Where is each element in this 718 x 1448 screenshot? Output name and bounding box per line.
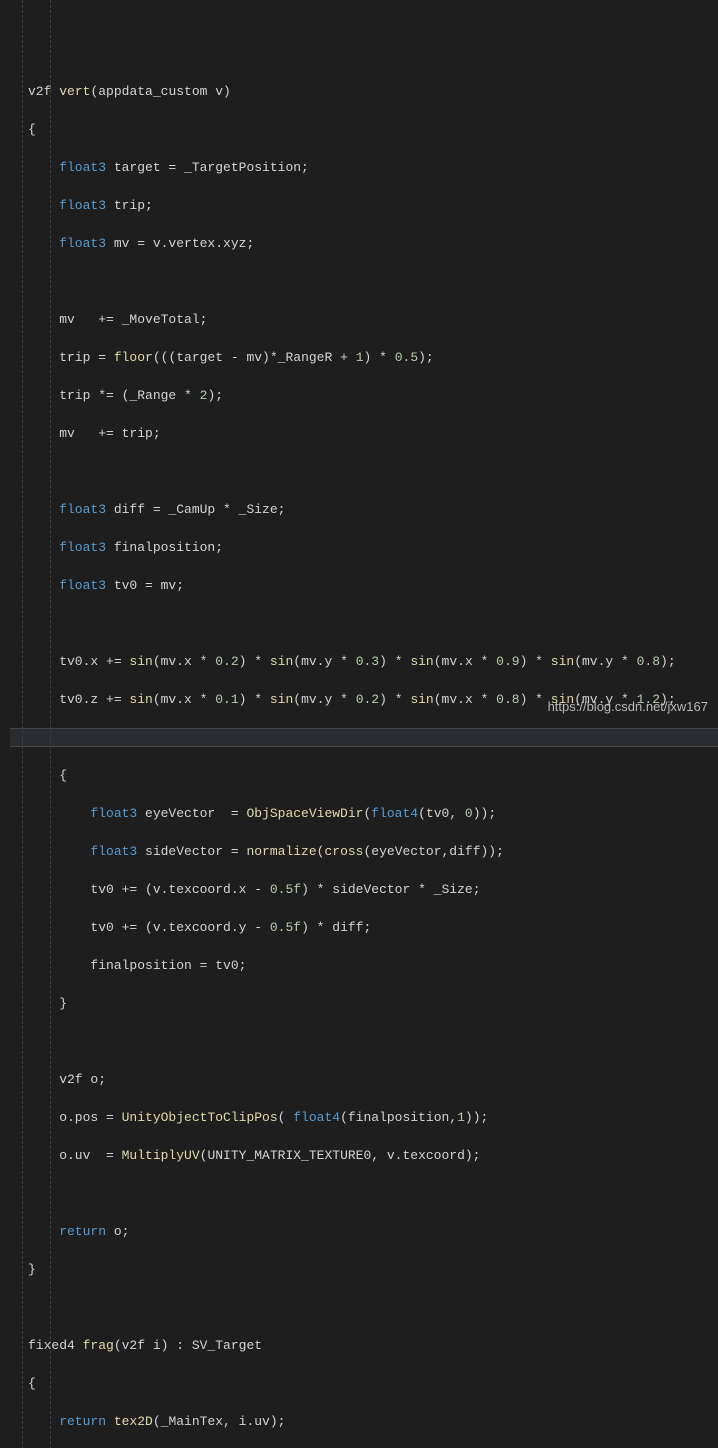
code-line[interactable]: trip *= (_Range * 2); bbox=[10, 386, 718, 405]
code-line[interactable]: float3 sideVector = normalize(cross(eyeV… bbox=[10, 842, 718, 861]
code-line[interactable]: } bbox=[10, 994, 718, 1013]
code-line[interactable]: float3 eyeVector = ObjSpaceViewDir(float… bbox=[10, 804, 718, 823]
code-line[interactable]: o.pos = UnityObjectToClipPos( float4(fin… bbox=[10, 1108, 718, 1127]
code-editor[interactable]: v2f vert(appdata_custom v) { float3 targ… bbox=[0, 0, 718, 1448]
code-line[interactable]: { bbox=[10, 766, 718, 785]
code-line[interactable]: float3 diff = _CamUp * _Size; bbox=[10, 500, 718, 519]
code-line[interactable]: float3 mv = v.vertex.xyz; bbox=[10, 234, 718, 253]
code-line[interactable]: finalposition = tv0; bbox=[10, 956, 718, 975]
code-line[interactable] bbox=[10, 1298, 718, 1317]
code-line[interactable] bbox=[10, 462, 718, 481]
code-line[interactable] bbox=[10, 1032, 718, 1051]
code-line[interactable]: return tex2D(_MainTex, i.uv); bbox=[10, 1412, 718, 1431]
code-line[interactable]: float3 tv0 = mv; bbox=[10, 576, 718, 595]
code-line[interactable]: { bbox=[10, 1374, 718, 1393]
code-line[interactable]: tv0 += (v.texcoord.x - 0.5f) * sideVecto… bbox=[10, 880, 718, 899]
code-line-highlighted[interactable] bbox=[10, 728, 718, 747]
code-line[interactable]: fixed4 frag(v2f i) : SV_Target bbox=[10, 1336, 718, 1355]
watermark-text: https://blog.csdn.net/jxw167 bbox=[548, 697, 708, 716]
code-line[interactable]: mv += _MoveTotal; bbox=[10, 310, 718, 329]
code-line[interactable]: mv += trip; bbox=[10, 424, 718, 443]
code-line[interactable]: { bbox=[10, 120, 718, 139]
code-line[interactable]: return o; bbox=[10, 1222, 718, 1241]
code-line[interactable]: float3 finalposition; bbox=[10, 538, 718, 557]
code-line[interactable]: v2f vert(appdata_custom v) bbox=[10, 82, 718, 101]
code-line[interactable]: tv0.x += sin(mv.x * 0.2) * sin(mv.y * 0.… bbox=[10, 652, 718, 671]
current-line-highlight bbox=[10, 728, 718, 747]
code-line[interactable]: float3 target = _TargetPosition; bbox=[10, 158, 718, 177]
code-line[interactable]: float3 trip; bbox=[10, 196, 718, 215]
code-line[interactable]: v2f o; bbox=[10, 1070, 718, 1089]
code-line[interactable]: tv0 += (v.texcoord.y - 0.5f) * diff; bbox=[10, 918, 718, 937]
code-line[interactable] bbox=[10, 272, 718, 291]
code-line[interactable]: } bbox=[10, 1260, 718, 1279]
code-line[interactable] bbox=[10, 614, 718, 633]
code-line[interactable]: trip = floor(((target - mv)*_RangeR + 1)… bbox=[10, 348, 718, 367]
code-line[interactable] bbox=[10, 1184, 718, 1203]
code-line[interactable]: o.uv = MultiplyUV(UNITY_MATRIX_TEXTURE0,… bbox=[10, 1146, 718, 1165]
